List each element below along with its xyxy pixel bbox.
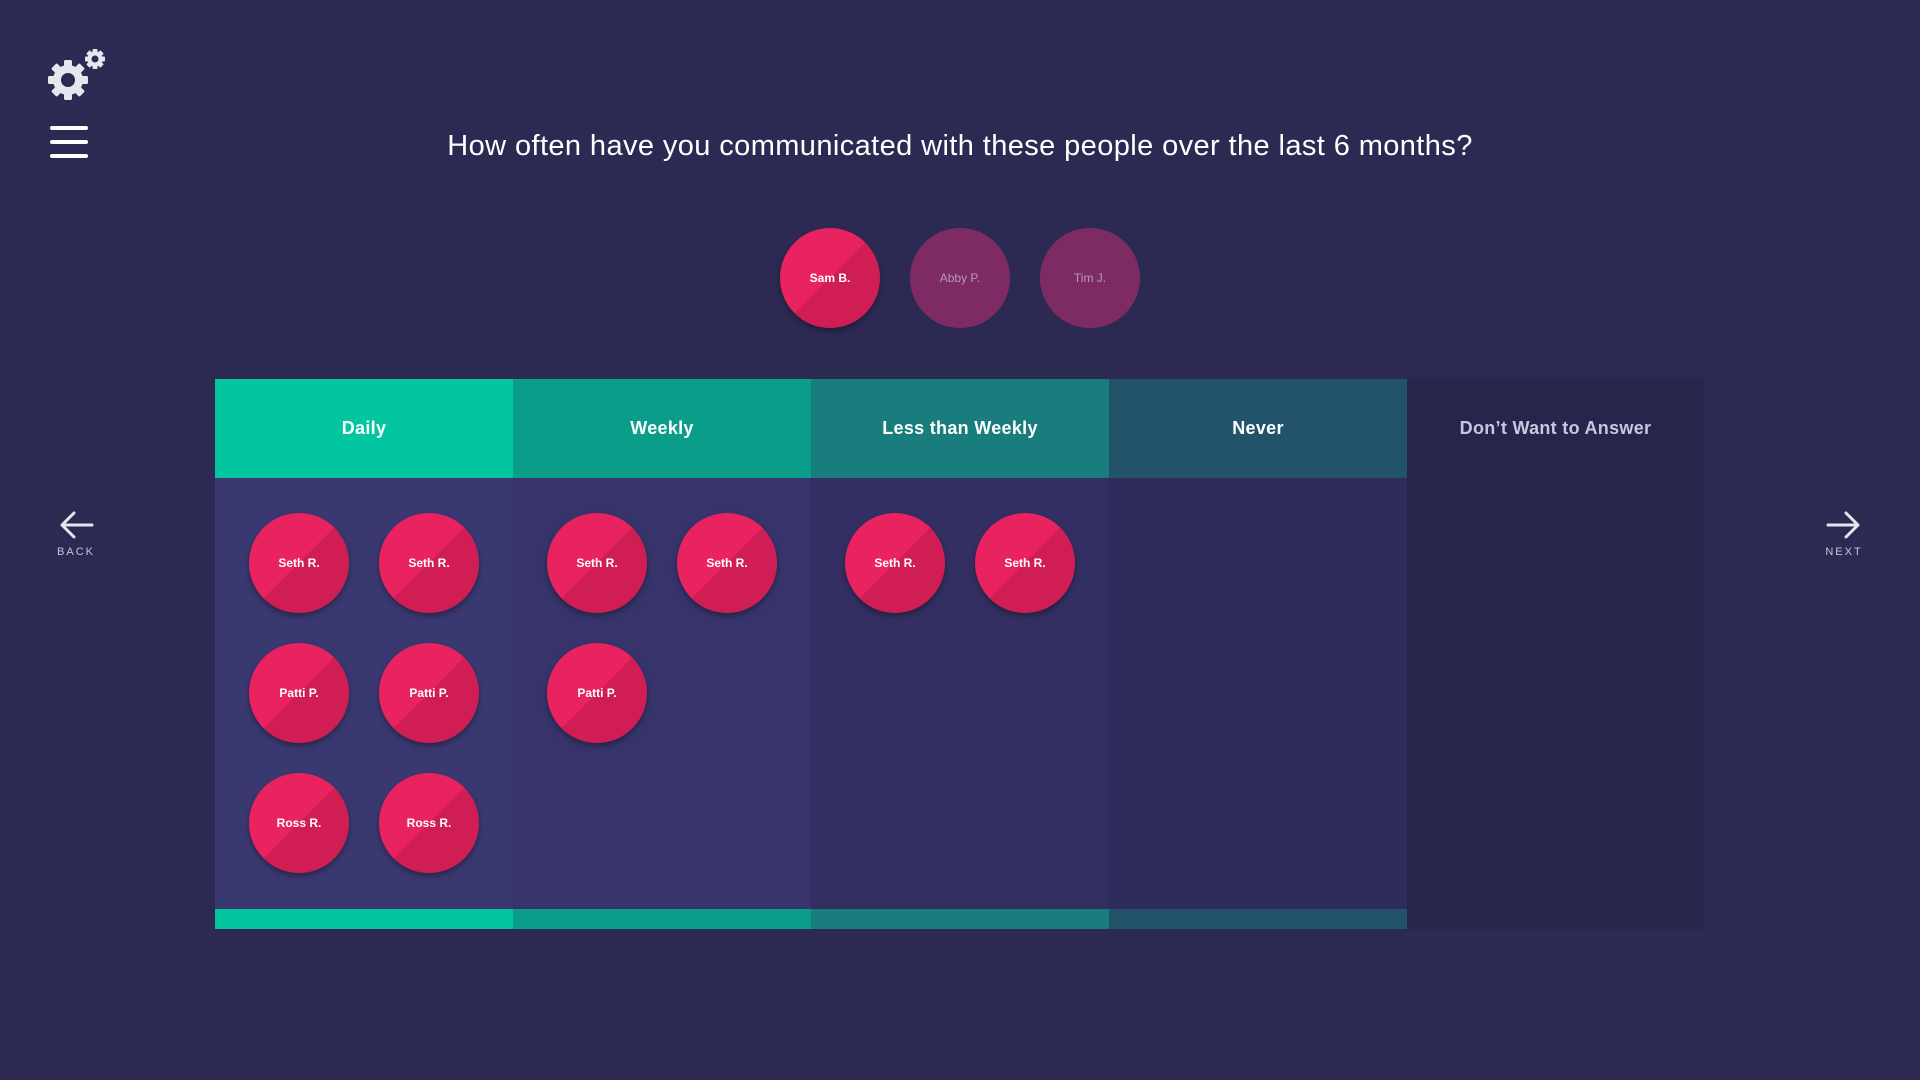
drop-zone-weekly[interactable]: Seth R. Seth R. Patti P.: [513, 478, 811, 909]
person-token[interactable]: Patti P.: [547, 643, 647, 743]
arrow-right-icon: [1826, 511, 1860, 539]
drop-zone-never[interactable]: [1109, 478, 1407, 909]
column-header-weekly[interactable]: Weekly: [513, 379, 811, 478]
next-button[interactable]: NEXT: [1804, 510, 1884, 558]
survey-page: How often have you communicated with the…: [0, 0, 1920, 1080]
person-name: Seth R.: [874, 556, 916, 570]
person-token[interactable]: Seth R.: [677, 513, 777, 613]
person-name: Patti P.: [409, 686, 449, 700]
frequency-board: Daily Seth R. Seth R. Patti P. Patti P. …: [215, 379, 1704, 929]
person-token[interactable]: Seth R.: [975, 513, 1075, 613]
person-name: Seth R.: [278, 556, 320, 570]
column-dont-want-to-answer: Don’t Want to Answer: [1407, 379, 1704, 929]
person-token[interactable]: Ross R.: [379, 773, 479, 873]
person-name: Sam B.: [809, 271, 851, 285]
column-footer-weekly: [513, 909, 811, 929]
person-name: Tim J.: [1073, 271, 1107, 285]
drop-zone-less-than-weekly[interactable]: Seth R. Seth R.: [811, 478, 1109, 909]
person-name: Patti P.: [279, 686, 319, 700]
column-header-dont-want-to-answer[interactable]: Don’t Want to Answer: [1407, 379, 1704, 478]
person-token[interactable]: Seth R.: [845, 513, 945, 613]
person-name: Ross R.: [406, 816, 452, 830]
person-name: Patti P.: [577, 686, 617, 700]
person-name: Seth R.: [706, 556, 748, 570]
person-token[interactable]: Ross R.: [249, 773, 349, 873]
person-token[interactable]: Sam B.: [780, 228, 880, 328]
column-footer-never: [1109, 909, 1407, 929]
person-name: Seth R.: [408, 556, 450, 570]
person-name: Abby P.: [939, 271, 981, 285]
settings-button[interactable]: [48, 48, 108, 104]
gears-icon: [48, 49, 105, 100]
person-token[interactable]: Abby P.: [910, 228, 1010, 328]
person-token[interactable]: Seth R.: [379, 513, 479, 613]
question-title: How often have you communicated with the…: [447, 130, 1473, 162]
person-token[interactable]: Patti P.: [249, 643, 349, 743]
drop-zone-daily[interactable]: Seth R. Seth R. Patti P. Patti P. Ross R…: [215, 478, 513, 909]
column-header-less-than-weekly[interactable]: Less than Weekly: [811, 379, 1109, 478]
person-token[interactable]: Seth R.: [249, 513, 349, 613]
back-label: BACK: [57, 546, 95, 558]
person-name: Seth R.: [1004, 556, 1046, 570]
back-button[interactable]: BACK: [36, 510, 116, 558]
person-token[interactable]: Tim J.: [1040, 228, 1140, 328]
column-header-never[interactable]: Never: [1109, 379, 1407, 478]
column-footer-less-than-weekly: [811, 909, 1109, 929]
person-name: Seth R.: [576, 556, 618, 570]
person-token[interactable]: Patti P.: [379, 643, 479, 743]
pending-people: Sam B. Abby P. Tim J.: [0, 228, 1920, 328]
column-footer-daily: [215, 909, 513, 929]
column-header-daily[interactable]: Daily: [215, 379, 513, 478]
column-weekly: Weekly Seth R. Seth R. Patti P.: [513, 379, 811, 929]
column-daily: Daily Seth R. Seth R. Patti P. Patti P. …: [215, 379, 513, 929]
person-token[interactable]: Seth R.: [547, 513, 647, 613]
next-label: NEXT: [1825, 546, 1863, 558]
column-footer-dont-want-to-answer: [1407, 909, 1704, 929]
column-never: Never: [1109, 379, 1407, 929]
person-name: Ross R.: [276, 816, 322, 830]
column-less-than-weekly: Less than Weekly Seth R. Seth R.: [811, 379, 1109, 929]
arrow-left-icon: [60, 511, 94, 539]
drop-zone-dont-want-to-answer[interactable]: [1407, 478, 1704, 909]
